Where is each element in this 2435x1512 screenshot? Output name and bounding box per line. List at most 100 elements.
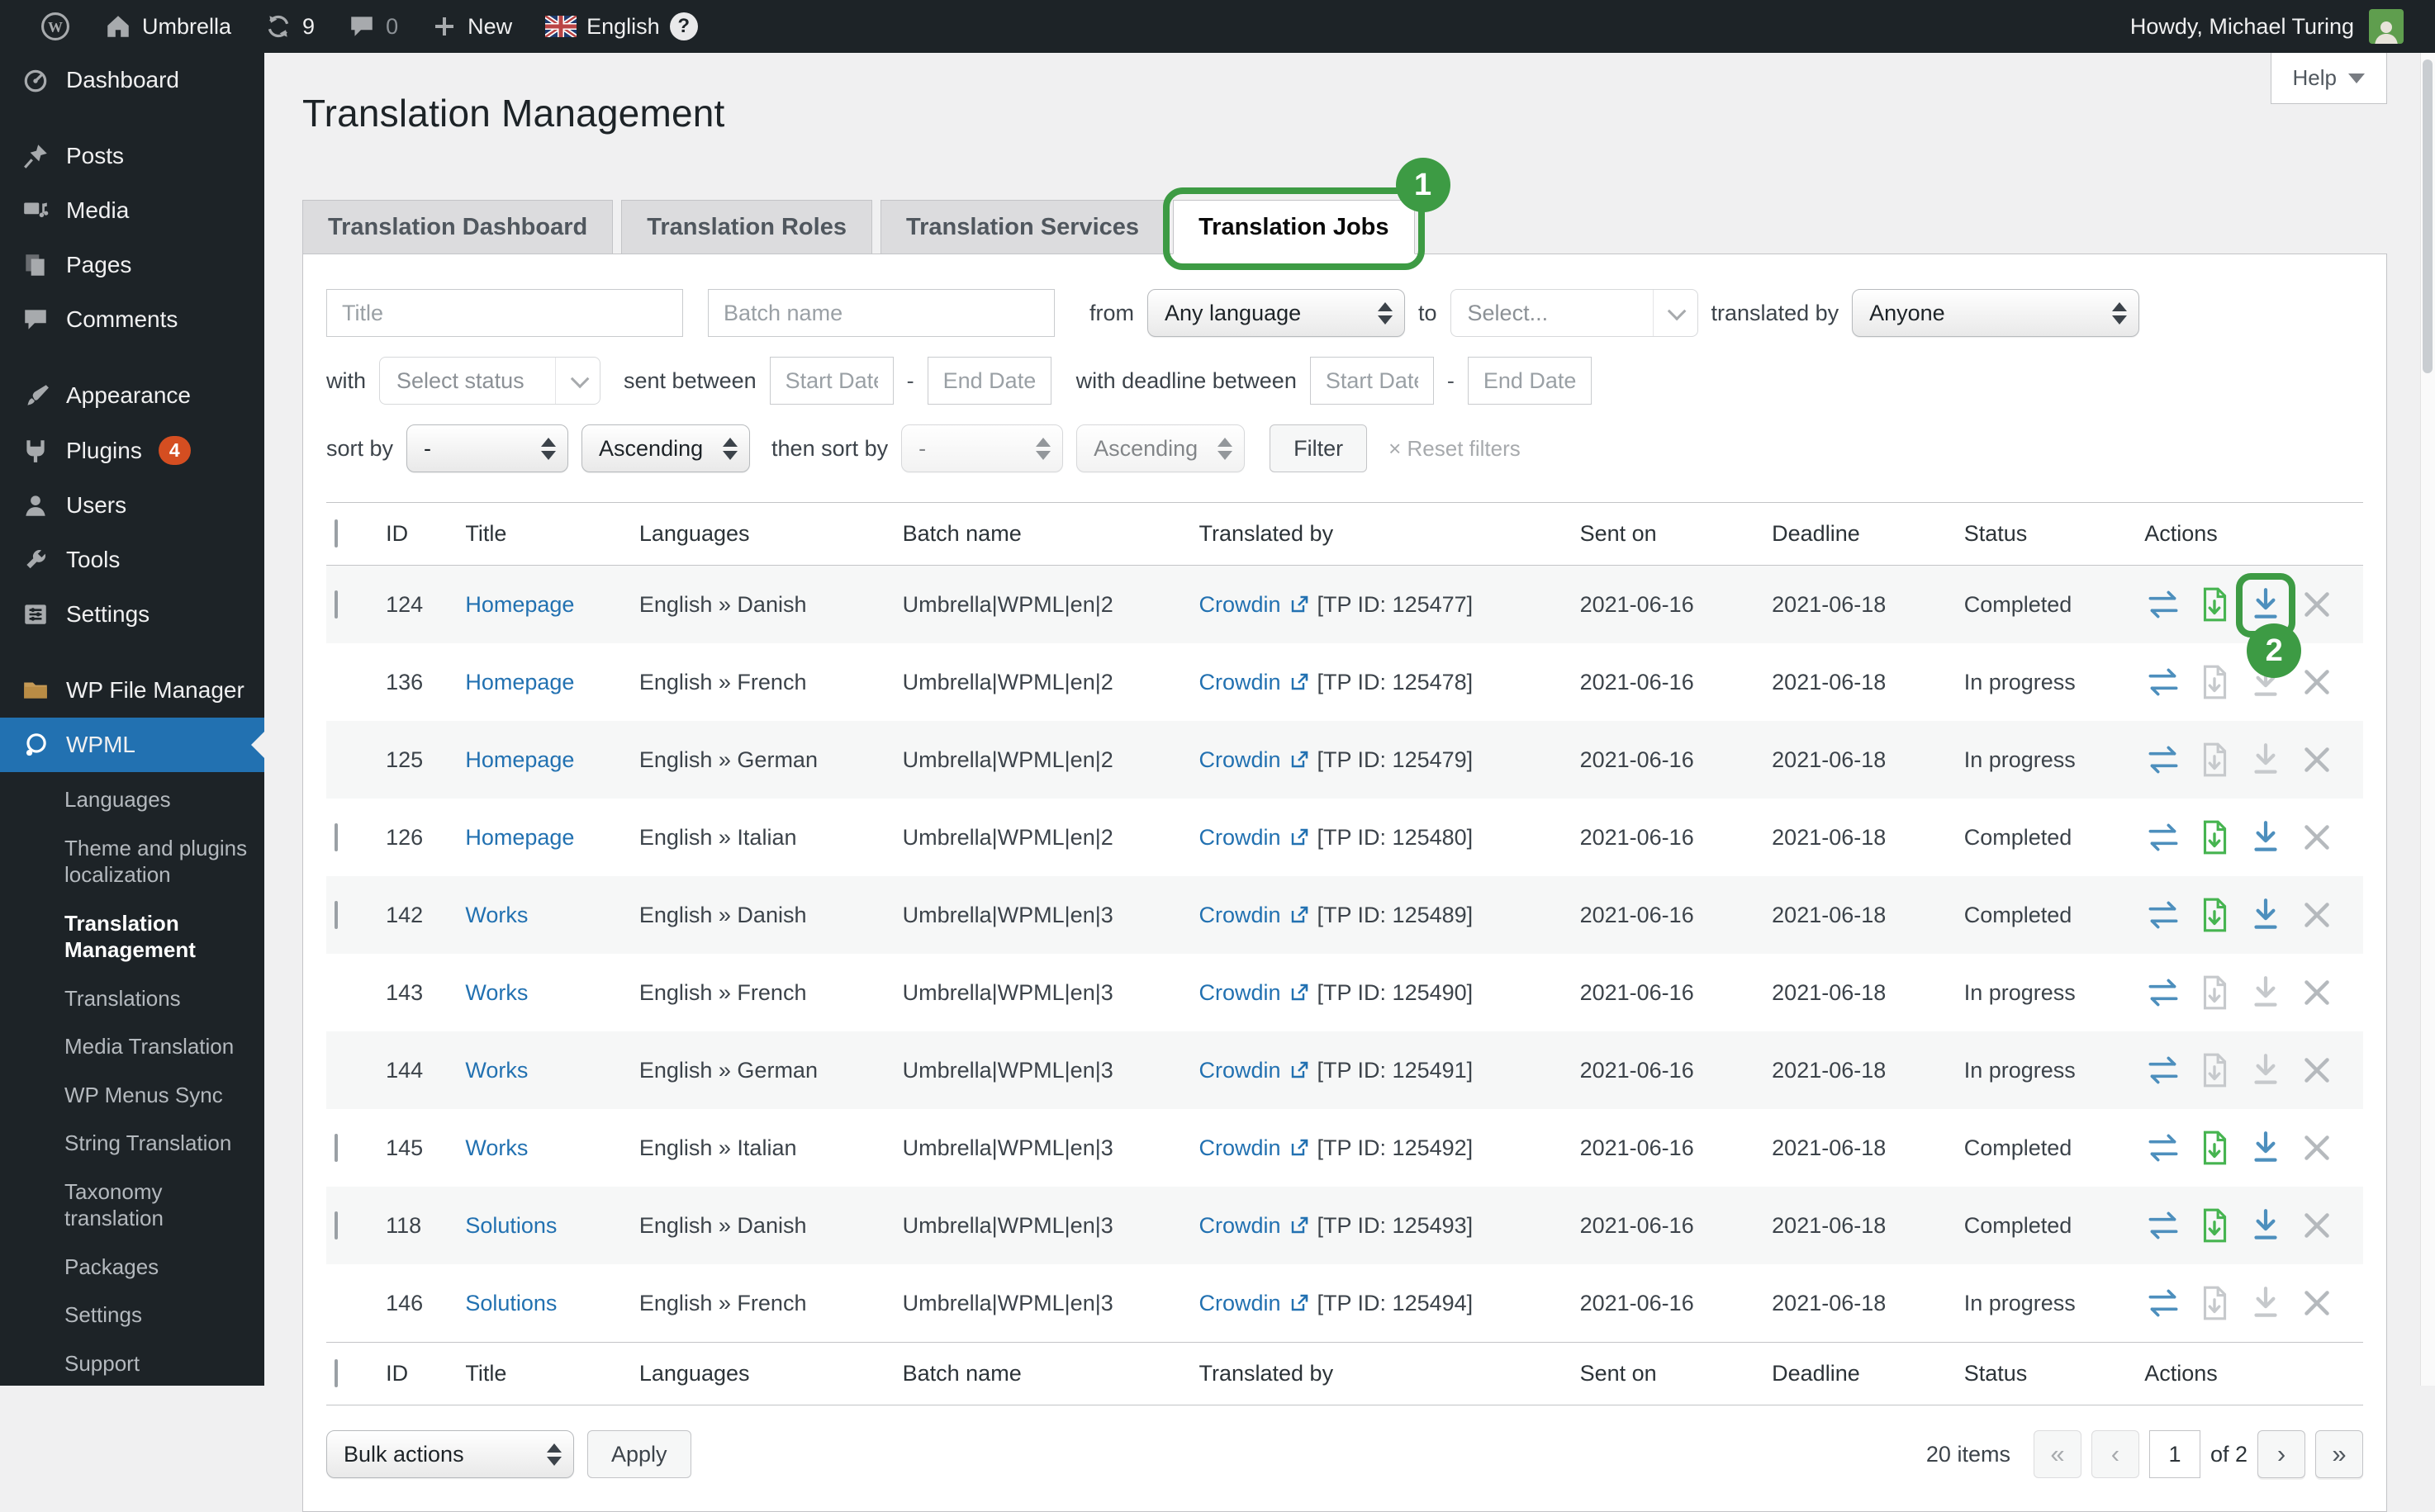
sync-icon[interactable] [2144, 585, 2182, 623]
sort-by-select[interactable]: - [406, 424, 568, 472]
doc-download-icon[interactable] [2195, 896, 2233, 934]
language-switcher[interactable]: English ? [529, 0, 714, 53]
row-checkbox[interactable] [335, 901, 338, 929]
translator-link[interactable]: Crowdin [1199, 670, 1280, 695]
doc-download-icon[interactable] [2195, 974, 2233, 1012]
apply-button[interactable]: Apply [587, 1430, 691, 1478]
sync-icon[interactable] [2144, 896, 2182, 934]
translator-link[interactable]: Crowdin [1199, 592, 1280, 618]
cancel-icon[interactable] [2298, 741, 2336, 779]
sent-start-date-input[interactable] [770, 357, 894, 405]
sidebar-item-posts[interactable]: Posts [0, 129, 264, 183]
tab-translation-dashboard[interactable]: Translation Dashboard [302, 200, 613, 254]
submenu-item-taxonomy-translation[interactable]: Taxonomy translation [0, 1168, 264, 1243]
select-all-checkbox[interactable] [335, 519, 338, 547]
translator-link[interactable]: Crowdin [1199, 1058, 1280, 1083]
submenu-item-theme-and-plugins-localization[interactable]: Theme and plugins localization [0, 824, 264, 899]
job-title-link[interactable]: Works [465, 1058, 528, 1083]
sidebar-item-appearance[interactable]: Appearance [0, 368, 264, 423]
sync-icon[interactable] [2144, 1129, 2182, 1167]
job-title-link[interactable]: Works [465, 903, 528, 927]
sort-order-select[interactable]: Ascending [581, 424, 750, 472]
filter-button[interactable]: Filter [1270, 424, 1367, 472]
select-all-checkbox[interactable] [335, 1359, 338, 1387]
download-icon[interactable] [2247, 585, 2285, 623]
submenu-item-support[interactable]: Support [0, 1339, 264, 1388]
sync-icon[interactable] [2144, 1284, 2182, 1322]
job-title-link[interactable]: Homepage [465, 592, 574, 617]
sidebar-item-settings[interactable]: Settings [0, 587, 264, 642]
doc-download-icon[interactable] [2195, 585, 2233, 623]
help-button[interactable]: Help [2271, 53, 2387, 104]
updates-menu-item[interactable]: 9 [248, 0, 331, 53]
sidebar-item-plugins[interactable]: Plugins4 [0, 423, 264, 478]
doc-download-icon[interactable] [2195, 1206, 2233, 1244]
howdy-label[interactable]: Howdy, Michael Turing [2130, 14, 2354, 40]
sync-icon[interactable] [2144, 974, 2182, 1012]
scrollbar-thumb[interactable] [2423, 59, 2433, 373]
site-menu-item[interactable]: Umbrella [88, 0, 248, 53]
next-page-button[interactable]: › [2257, 1430, 2305, 1478]
cancel-icon[interactable] [2298, 663, 2336, 701]
translator-link[interactable]: Crowdin [1199, 903, 1280, 928]
doc-download-icon[interactable] [2195, 818, 2233, 856]
last-page-button[interactable]: » [2315, 1430, 2363, 1478]
title-filter-input[interactable] [326, 289, 683, 337]
bulk-actions-select[interactable]: Bulk actions [326, 1430, 574, 1478]
download-icon[interactable] [2247, 818, 2285, 856]
sidebar-item-wp-file-manager[interactable]: WP File Manager [0, 663, 264, 718]
download-icon[interactable] [2247, 1284, 2285, 1322]
avatar[interactable] [2369, 9, 2404, 44]
sidebar-item-dashboard[interactable]: Dashboard [0, 53, 264, 107]
job-title-link[interactable]: Works [465, 980, 528, 1005]
translator-link[interactable]: Crowdin [1199, 1213, 1280, 1239]
download-icon[interactable] [2247, 974, 2285, 1012]
translator-link[interactable]: Crowdin [1199, 825, 1280, 851]
cancel-icon[interactable] [2298, 1206, 2336, 1244]
sent-end-date-input[interactable] [928, 357, 1051, 405]
cancel-icon[interactable] [2298, 1129, 2336, 1167]
batch-name-filter-input[interactable] [708, 289, 1055, 337]
sync-icon[interactable] [2144, 1051, 2182, 1089]
deadline-end-date-input[interactable] [1468, 357, 1592, 405]
sidebar-item-pages[interactable]: Pages [0, 238, 264, 292]
submenu-item-settings[interactable]: Settings [0, 1291, 264, 1339]
wordpress-logo-icon[interactable]: W [23, 0, 88, 53]
sidebar-item-tools[interactable]: Tools [0, 533, 264, 587]
download-icon[interactable] [2247, 1051, 2285, 1089]
sync-icon[interactable] [2144, 1206, 2182, 1244]
cancel-icon[interactable] [2298, 1051, 2336, 1089]
submenu-item-wp-menus-sync[interactable]: WP Menus Sync [0, 1071, 264, 1120]
row-checkbox[interactable] [335, 1211, 338, 1239]
translator-link[interactable]: Crowdin [1199, 980, 1280, 1006]
cancel-icon[interactable] [2298, 974, 2336, 1012]
current-page-input[interactable] [2149, 1430, 2200, 1478]
row-checkbox[interactable] [335, 590, 338, 619]
row-checkbox[interactable] [335, 1134, 338, 1162]
download-icon[interactable] [2247, 1206, 2285, 1244]
submenu-item-packages[interactable]: Packages [0, 1243, 264, 1292]
tab-translation-services[interactable]: Translation Services [880, 200, 1165, 254]
tab-translation-roles[interactable]: Translation Roles [621, 200, 872, 254]
sidebar-item-media[interactable]: Media [0, 183, 264, 238]
job-title-link[interactable]: Works [465, 1135, 528, 1160]
submenu-item-translation-management[interactable]: Translation Management [0, 899, 264, 974]
download-icon[interactable] [2247, 741, 2285, 779]
sidebar-item-comments[interactable]: Comments [0, 292, 264, 347]
help-question-icon[interactable]: ? [670, 12, 698, 40]
first-page-button[interactable]: « [2034, 1430, 2081, 1478]
job-title-link[interactable]: Homepage [465, 747, 574, 772]
doc-download-icon[interactable] [2195, 741, 2233, 779]
doc-download-icon[interactable] [2195, 1051, 2233, 1089]
doc-download-icon[interactable] [2195, 1284, 2233, 1322]
then-sort-order-select[interactable]: Ascending [1076, 424, 1245, 472]
scrollbar-track[interactable] [2420, 53, 2435, 1386]
submenu-item-translations[interactable]: Translations [0, 974, 264, 1023]
cancel-icon[interactable] [2298, 896, 2336, 934]
sync-icon[interactable] [2144, 663, 2182, 701]
new-menu-item[interactable]: New [415, 0, 529, 53]
job-title-link[interactable]: Homepage [465, 825, 574, 850]
download-icon[interactable] [2247, 1129, 2285, 1167]
row-checkbox[interactable] [335, 823, 338, 851]
submenu-item-media-translation[interactable]: Media Translation [0, 1022, 264, 1071]
